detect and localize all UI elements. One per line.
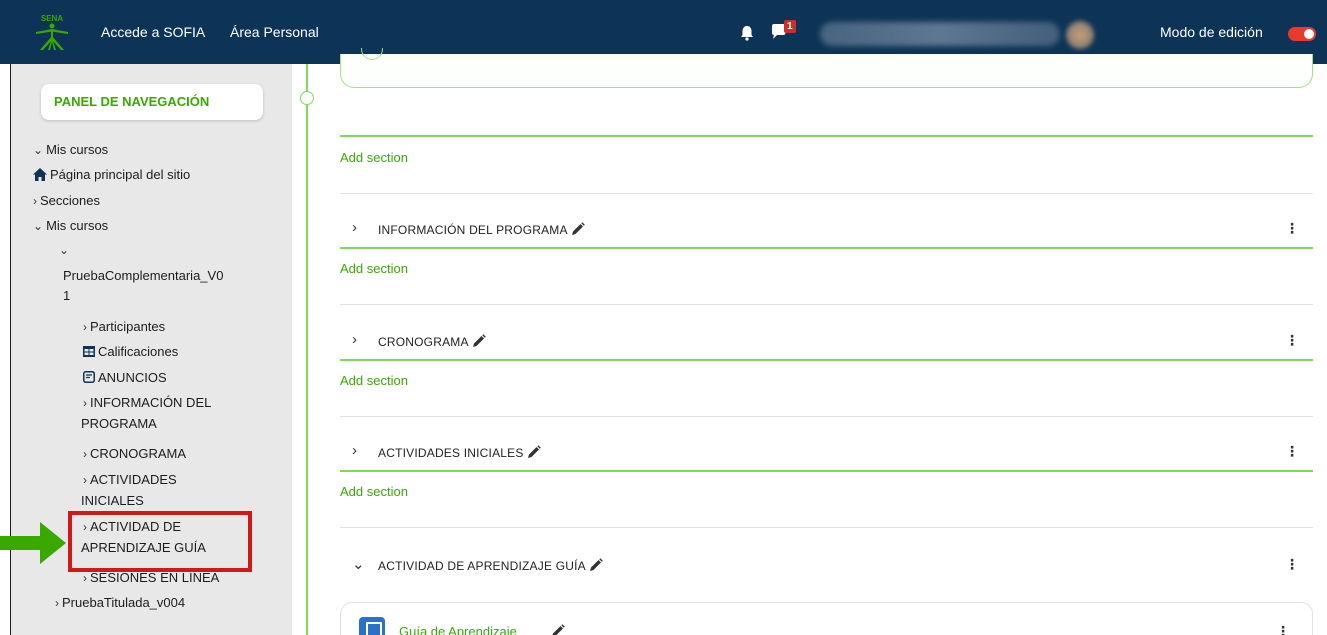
section-learning-activity[interactable]: ⌄ ACTIVIDAD DE APRENDIZAJE GUÍA ⋮ — [340, 550, 1313, 580]
kebab-menu-icon[interactable]: ⋮ — [1285, 332, 1299, 349]
add-section-link[interactable]: Add section — [340, 150, 408, 165]
kebab-menu-icon[interactable]: ⋮ — [1285, 443, 1299, 460]
forum-icon — [83, 371, 95, 383]
chevron-right-icon: › — [33, 194, 37, 208]
navigation-panel-button[interactable]: PANEL DE NAVEGACIÓN — [41, 84, 263, 120]
add-section-link[interactable]: Add section — [340, 373, 408, 388]
personal-area-link[interactable]: Área Personal — [230, 24, 319, 40]
grades-table-icon — [83, 346, 95, 357]
pencil-icon[interactable] — [589, 558, 603, 572]
sidebar-item-course-complementaria-cont[interactable]: 1 — [63, 286, 70, 306]
sidebar-course-toggle[interactable]: ⌄ — [59, 240, 72, 260]
section-title: ACTIVIDAD DE APRENDIZAJE GUÍA — [378, 559, 586, 573]
previous-section-card — [340, 48, 1313, 88]
avatar[interactable] — [1066, 21, 1094, 49]
divider — [340, 304, 1313, 305]
divider — [340, 193, 1313, 194]
edit-mode-label: Modo de edición — [1160, 24, 1263, 40]
sidebar-item-site-home[interactable]: Página principal del sitio — [33, 165, 190, 185]
svg-text:SENA: SENA — [41, 14, 63, 23]
pencil-icon[interactable] — [551, 624, 565, 635]
activity-card[interactable]: Guía de Aprendizaje ⋮ — [340, 602, 1313, 635]
sidebar-item-my-courses[interactable]: ⌄ Mis cursos — [33, 140, 108, 160]
pencil-icon[interactable] — [472, 334, 486, 348]
course-content: Add section › INFORMACIÓN DEL PROGRAMA ⋮… — [292, 48, 1327, 635]
section-schedule[interactable]: › CRONOGRAMA ⋮ — [340, 326, 1313, 356]
divider — [340, 247, 1313, 249]
sidebar-item-announcements[interactable]: ANUNCIOS — [83, 368, 167, 388]
add-section-link[interactable]: Add section — [340, 261, 408, 276]
section-title: INFORMACIÓN DEL PROGRAMA — [378, 223, 568, 237]
kebab-menu-icon[interactable]: ⋮ — [1285, 220, 1299, 237]
sidebar-item-participants[interactable]: › Participantes — [83, 317, 165, 337]
section-initial-activities[interactable]: › ACTIVIDADES INICIALES ⋮ — [340, 437, 1313, 467]
section-program-info[interactable]: › INFORMACIÓN DEL PROGRAMA ⋮ — [340, 214, 1313, 244]
sidebar-item-schedule[interactable]: › CRONOGRAMA — [83, 444, 186, 464]
divider — [340, 527, 1313, 528]
sidebar-item-program-info[interactable]: › INFORMACIÓN DEL — [83, 393, 211, 413]
chevron-down-icon: ⌄ — [59, 243, 70, 257]
green-arrow-pointer — [0, 522, 66, 564]
add-section-link[interactable]: Add section — [340, 484, 408, 499]
kebab-menu-icon[interactable]: ⋮ — [1276, 623, 1290, 635]
chevron-down-icon: ⌄ — [33, 219, 44, 233]
sidebar-item-sections[interactable]: › Secciones — [33, 191, 100, 211]
divider — [340, 470, 1313, 472]
chevron-right-icon: › — [83, 447, 87, 461]
chevron-right-icon: › — [83, 473, 87, 487]
document-icon — [359, 617, 385, 635]
chevron-down-icon: ⌄ — [33, 143, 44, 157]
activity-title-link[interactable]: Guía de Aprendizaje — [399, 624, 517, 635]
messages-badge: 1 — [784, 20, 796, 33]
bell-icon[interactable] — [740, 25, 754, 41]
sidebar-item-grades[interactable]: Calificaciones — [83, 342, 178, 362]
sidebar-item-course-titulada[interactable]: › PruebaTitulada_v004 — [55, 593, 185, 613]
chevron-right-icon[interactable]: › — [352, 442, 357, 459]
chevron-right-icon: › — [83, 396, 87, 410]
section-title: ACTIVIDADES INICIALES — [378, 446, 524, 460]
sidebar-item-program-info-cont[interactable]: PROGRAMA — [81, 414, 157, 434]
highlight-box — [68, 511, 252, 572]
pencil-icon[interactable] — [571, 222, 585, 236]
chevron-right-icon[interactable]: › — [352, 331, 357, 348]
chevron-right-icon: › — [55, 596, 59, 610]
sidebar-item-initial-activities-cont[interactable]: INICIALES — [81, 491, 144, 511]
divider — [340, 359, 1313, 361]
section-title: CRONOGRAMA — [378, 335, 469, 349]
divider — [340, 135, 1313, 137]
divider — [340, 416, 1313, 417]
sena-logo[interactable]: SENA — [30, 12, 74, 52]
kebab-menu-icon[interactable]: ⋮ — [1285, 556, 1299, 573]
user-name-blurred[interactable] — [820, 22, 1060, 46]
chevron-down-icon[interactable]: ⌄ — [352, 555, 365, 573]
chevron-right-icon: › — [83, 320, 87, 334]
edit-mode-toggle[interactable] — [1288, 27, 1316, 41]
sidebar-item-initial-activities[interactable]: › ACTIVIDADES — [83, 470, 177, 490]
timeline-line — [306, 64, 308, 635]
sidebar-item-my-courses-2[interactable]: ⌄ Mis cursos — [33, 216, 108, 236]
timeline-dot — [300, 91, 314, 105]
sofia-link[interactable]: Accede a SOFIA — [101, 24, 205, 40]
pencil-icon[interactable] — [527, 445, 541, 459]
home-icon — [33, 168, 47, 181]
sidebar-item-course-complementaria[interactable]: PruebaComplementaria_V0 — [63, 266, 223, 286]
chevron-right-icon[interactable]: › — [352, 219, 357, 236]
